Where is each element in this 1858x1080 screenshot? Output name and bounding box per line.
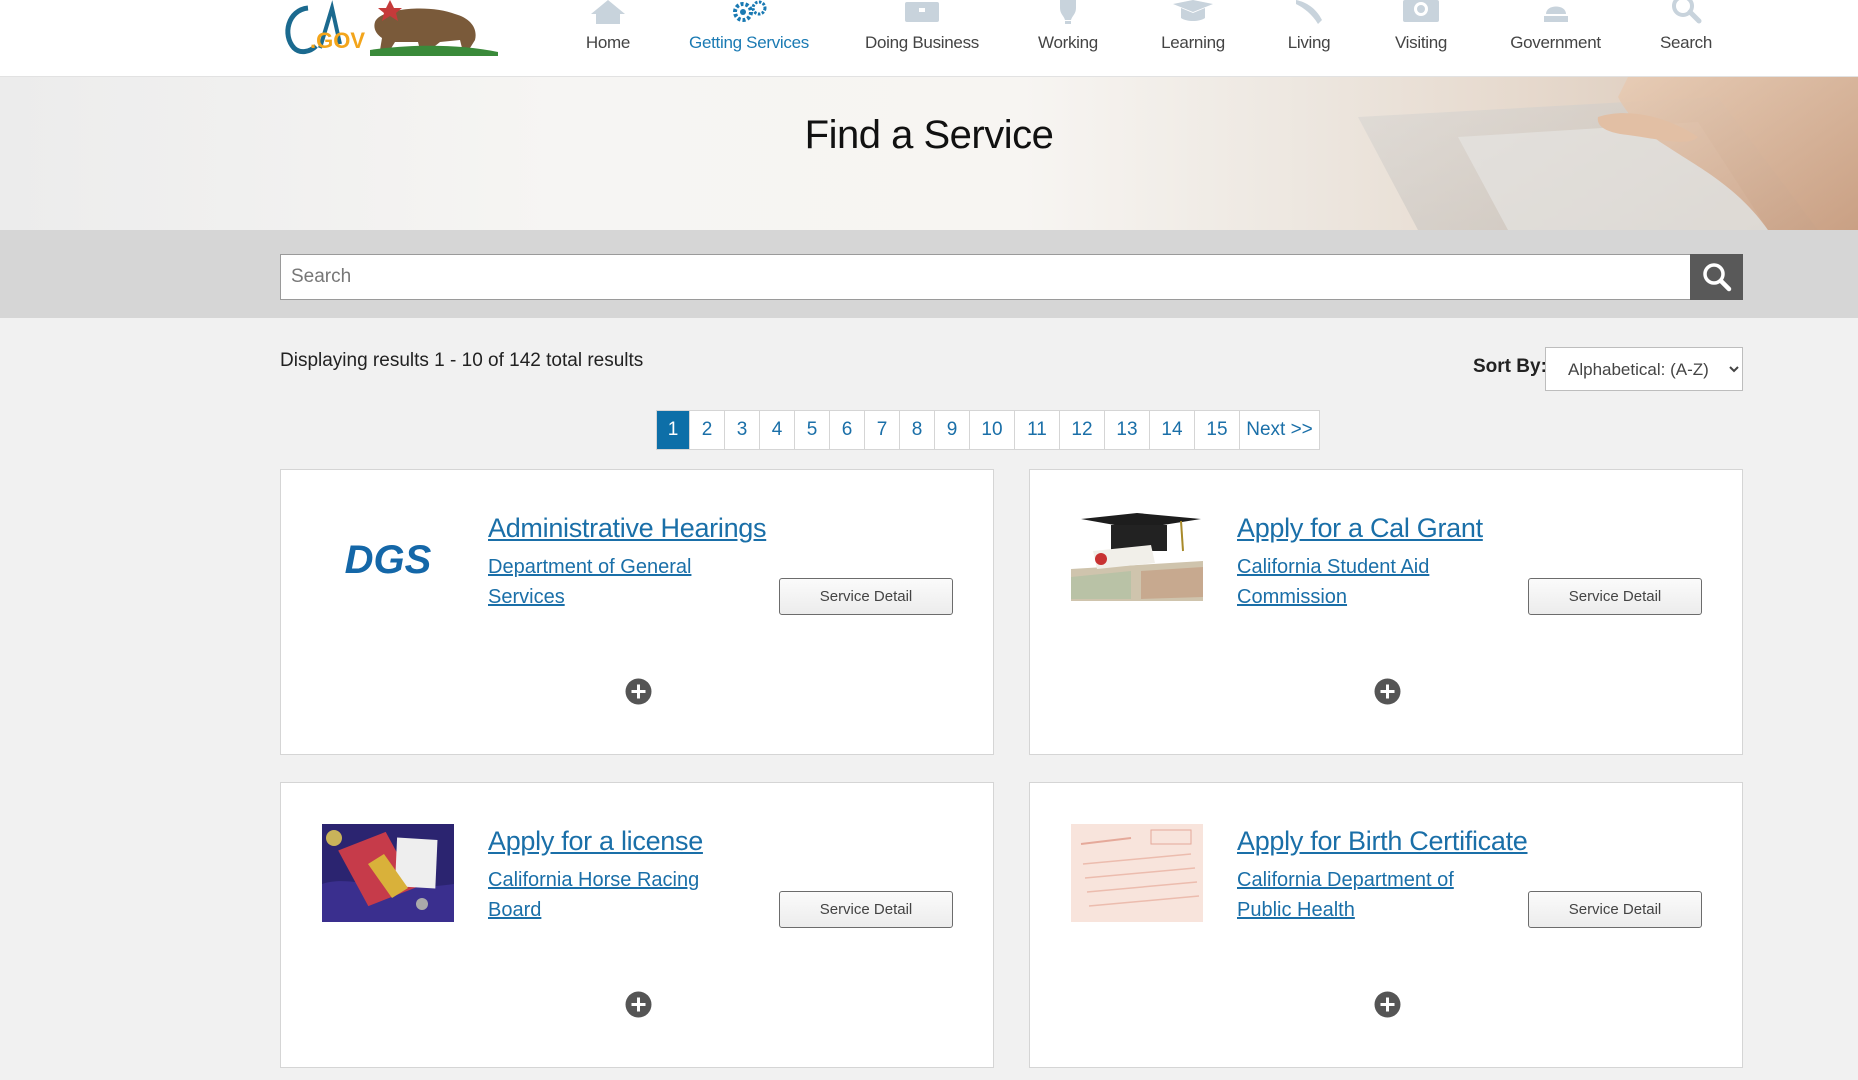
expand-plus-icon[interactable] xyxy=(625,678,652,705)
site-header: .GOV Home Getting Services Doing Busines… xyxy=(0,0,1858,77)
service-detail-button[interactable]: Service Detail xyxy=(779,578,953,615)
camera-icon xyxy=(1403,0,1439,22)
main-navigation: Home Getting Services Doing Business Wor… xyxy=(0,0,1858,77)
nav-working-label: Working xyxy=(1038,33,1098,52)
expand-plus-icon[interactable] xyxy=(1374,678,1401,705)
next-page-link[interactable]: Next >> xyxy=(1240,411,1319,449)
nav-government[interactable]: Government xyxy=(1510,0,1601,77)
page-4[interactable]: 4 xyxy=(760,411,795,449)
gears-icon xyxy=(733,0,767,22)
nav-home-label: Home xyxy=(585,33,631,52)
page-7[interactable]: 7 xyxy=(865,411,900,449)
service-detail-button[interactable]: Service Detail xyxy=(779,891,953,928)
agency-link[interactable]: California Horse Racing Board xyxy=(488,865,738,925)
page-10[interactable]: 10 xyxy=(970,411,1015,449)
service-title-link[interactable]: Administrative Hearings xyxy=(488,513,767,544)
nav-learning-label: Learning xyxy=(1161,33,1225,52)
nav-learning[interactable]: Learning xyxy=(1161,0,1225,77)
search-band xyxy=(0,230,1858,318)
service-search-input[interactable] xyxy=(280,254,1691,300)
page-8[interactable]: 8 xyxy=(900,411,935,449)
nav-visiting-label: Visiting xyxy=(1394,33,1448,52)
agency-link[interactable]: California Student Aid Commission xyxy=(1237,552,1487,612)
home-icon xyxy=(591,0,625,24)
graduation-cap-icon xyxy=(1173,0,1213,21)
page-9[interactable]: 9 xyxy=(935,411,970,449)
expand-plus-icon[interactable] xyxy=(625,991,652,1018)
service-title-link[interactable]: Apply for a Cal Grant xyxy=(1237,513,1483,544)
nav-visiting[interactable]: Visiting xyxy=(1393,0,1449,77)
search-icon xyxy=(1672,0,1702,24)
page-13[interactable]: 13 xyxy=(1105,411,1150,449)
service-detail-button[interactable]: Service Detail xyxy=(1528,891,1702,928)
nav-government-label: Government xyxy=(1510,33,1601,52)
nav-living-label: Living xyxy=(1287,33,1331,52)
lightbulb-icon xyxy=(1060,0,1076,24)
agency-link[interactable]: California Department of Public Health xyxy=(1237,865,1487,925)
sort-select[interactable]: Alphabetical: (A-Z) xyxy=(1545,347,1743,391)
page-11[interactable]: 11 xyxy=(1015,411,1060,449)
service-card: Apply for a Cal Grant California Student… xyxy=(1029,469,1743,755)
nav-getting-services[interactable]: Getting Services xyxy=(689,0,809,77)
page-5[interactable]: 5 xyxy=(795,411,830,449)
service-card: DGS Administrative Hearings Department o… xyxy=(280,469,994,755)
leaf-icon xyxy=(1296,0,1322,24)
nav-living[interactable]: Living xyxy=(1287,0,1331,77)
page-1[interactable]: 1 xyxy=(657,411,690,449)
service-card: Apply for Birth Certificate California D… xyxy=(1029,782,1743,1068)
page-3[interactable]: 3 xyxy=(725,411,760,449)
search-icon xyxy=(1702,263,1731,292)
nav-getting-services-label: Getting Services xyxy=(689,33,809,52)
service-card: Apply for a license California Horse Rac… xyxy=(280,782,994,1068)
page-2[interactable]: 2 xyxy=(690,411,725,449)
search-submit-button[interactable] xyxy=(1690,254,1743,300)
dgs-logo: DGS xyxy=(322,511,454,609)
results-summary: Displaying results 1 - 10 of 142 total r… xyxy=(280,350,644,371)
service-title-link[interactable]: Apply for Birth Certificate xyxy=(1237,826,1528,857)
pagination: 1 2 3 4 5 6 7 8 9 10 11 12 13 14 15 Next… xyxy=(656,410,1320,450)
hero-banner: Find a Service xyxy=(0,77,1858,230)
page-6[interactable]: 6 xyxy=(830,411,865,449)
birth-certificate-photo xyxy=(1071,824,1203,922)
page-15[interactable]: 15 xyxy=(1195,411,1240,449)
nav-search[interactable]: Search xyxy=(1659,0,1713,77)
expand-plus-icon[interactable] xyxy=(1374,991,1401,1018)
sort-by-label: Sort By: xyxy=(1473,356,1547,377)
dgs-logo-text: DGS xyxy=(345,538,432,582)
graduation-cap-money-photo xyxy=(1071,511,1203,609)
page-title: Find a Service xyxy=(804,113,1054,157)
nav-doing-business-label: Doing Business xyxy=(865,33,979,52)
license-badge-photo xyxy=(322,824,454,922)
page-12[interactable]: 12 xyxy=(1060,411,1105,449)
agency-link[interactable]: Department of General Services xyxy=(488,552,738,612)
capitol-icon xyxy=(1543,6,1568,22)
service-detail-button[interactable]: Service Detail xyxy=(1528,578,1702,615)
service-title-link[interactable]: Apply for a license xyxy=(488,826,703,857)
nav-home[interactable]: Home xyxy=(585,0,631,77)
nav-search-label: Search xyxy=(1659,33,1713,52)
page-14[interactable]: 14 xyxy=(1150,411,1195,449)
briefcase-icon xyxy=(905,2,939,22)
nav-working[interactable]: Working xyxy=(1037,0,1099,77)
nav-doing-business[interactable]: Doing Business xyxy=(865,0,979,77)
